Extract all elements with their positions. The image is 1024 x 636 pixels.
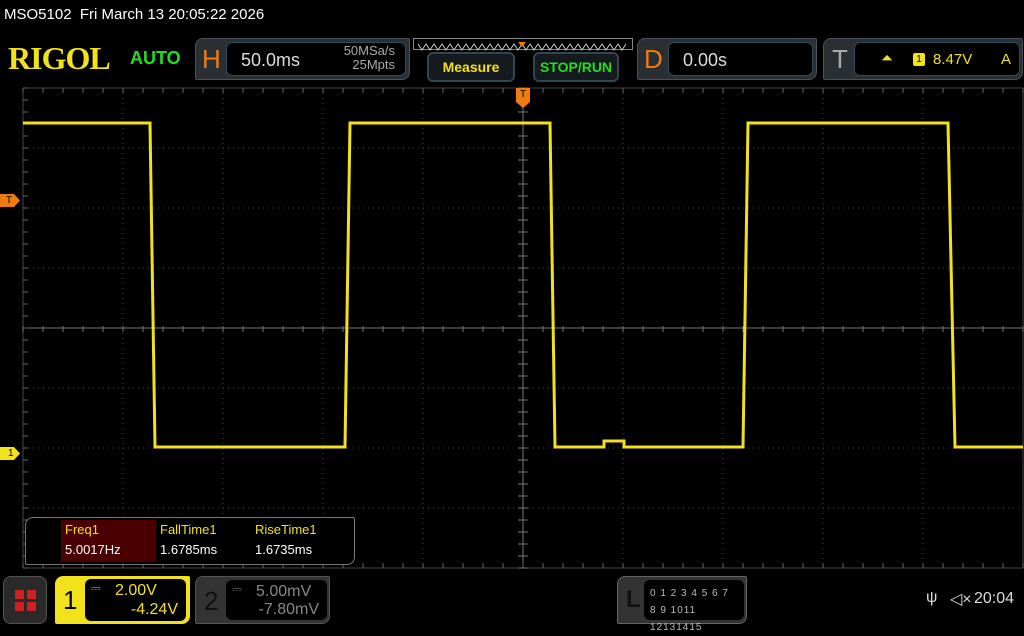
channel-number: 2 [204, 586, 219, 616]
measurement-falltime[interactable]: FallTime1 1.6785ms [156, 520, 251, 562]
horizontal-panel[interactable]: H 50.0ms 50MSa/s 25Mpts [195, 38, 410, 80]
sample-rate: 50MSa/s [343, 43, 395, 58]
usb-icon: ψ [926, 589, 938, 606]
measure-button[interactable]: Measure [427, 52, 515, 82]
logic-channels-row-1: 0 1 2 3 4 5 6 7 [650, 588, 729, 599]
trigger-mode: A [1001, 51, 1012, 68]
dc-coupling-icon: ⎓ [91, 581, 101, 595]
grid [22, 87, 1024, 569]
datetime: Fri March 13 20:05:22 2026 [79, 6, 265, 23]
title-bar: MSO5102 Fri March 13 20:05:22 2026 [4, 6, 264, 23]
measurement-value: 1.6735ms [255, 542, 313, 557]
logic-analyzer-button[interactable]: L 0 1 2 3 4 5 6 7 8 9 1011 12131415 [617, 576, 747, 633]
timebase: 50.0ms [241, 50, 301, 70]
stop-run-button[interactable]: STOP/RUN [533, 52, 619, 82]
trigger-status: AUTO [130, 48, 181, 68]
trigger-level: 8.47V [933, 51, 973, 68]
measurement-name: Freq1 [65, 522, 99, 537]
channel-1-button[interactable]: 1 ⎓ 2.00V -4.24V [55, 576, 190, 624]
measurement-freq[interactable]: Freq1 5.0017Hz [61, 520, 156, 562]
clock: 20:04 [974, 590, 1015, 607]
trigger-source: 1 [913, 53, 925, 66]
measurement-risetime[interactable]: RiseTime1 1.6735ms [251, 520, 346, 562]
measurement-value: 1.6785ms [160, 542, 218, 557]
channel-offset: -4.24V [130, 601, 178, 618]
channel-offset: -7.80mV [258, 601, 319, 618]
channel-number: 1 [63, 585, 78, 615]
waveform-display[interactable] [0, 86, 1024, 570]
memory-position-strip [413, 38, 633, 51]
rising-edge-icon: ⏶ [881, 50, 894, 67]
muted-speaker-icon[interactable]: ◁× [950, 589, 972, 609]
channel-2-button[interactable]: 2 ⎓ 5.00mV -7.80mV [195, 576, 330, 624]
trigger-label: T [832, 44, 848, 74]
measurement-name: RiseTime1 [255, 522, 317, 537]
logic-label: L [626, 586, 641, 613]
logic-channels-row-2: 8 9 1011 12131415 [650, 605, 703, 633]
rigol-logo: RIGOL [8, 40, 111, 76]
memory-depth: 25Mpts [352, 57, 395, 72]
measurement-value: 5.0017Hz [65, 542, 121, 557]
horizontal-label: H [202, 44, 221, 74]
delay-panel[interactable]: D 0.00s [637, 38, 817, 80]
trigger-position-icon [518, 42, 526, 47]
measurement-name: FallTime1 [160, 522, 217, 537]
menu-button[interactable] [3, 576, 47, 624]
dc-coupling-icon: ⎓ [232, 582, 242, 596]
channel-scale: 2.00V [115, 582, 157, 599]
delay-label: D [644, 44, 663, 74]
delay-value: 0.00s [683, 50, 728, 70]
channel-scale: 5.00mV [256, 583, 312, 600]
trigger-panel[interactable]: T ⏶ 1 8.47V A [823, 38, 1023, 80]
model: MSO5102 [4, 6, 72, 23]
measurement-panel: Freq1 5.0017Hz FallTime1 1.6785ms RiseTime… [25, 517, 355, 565]
